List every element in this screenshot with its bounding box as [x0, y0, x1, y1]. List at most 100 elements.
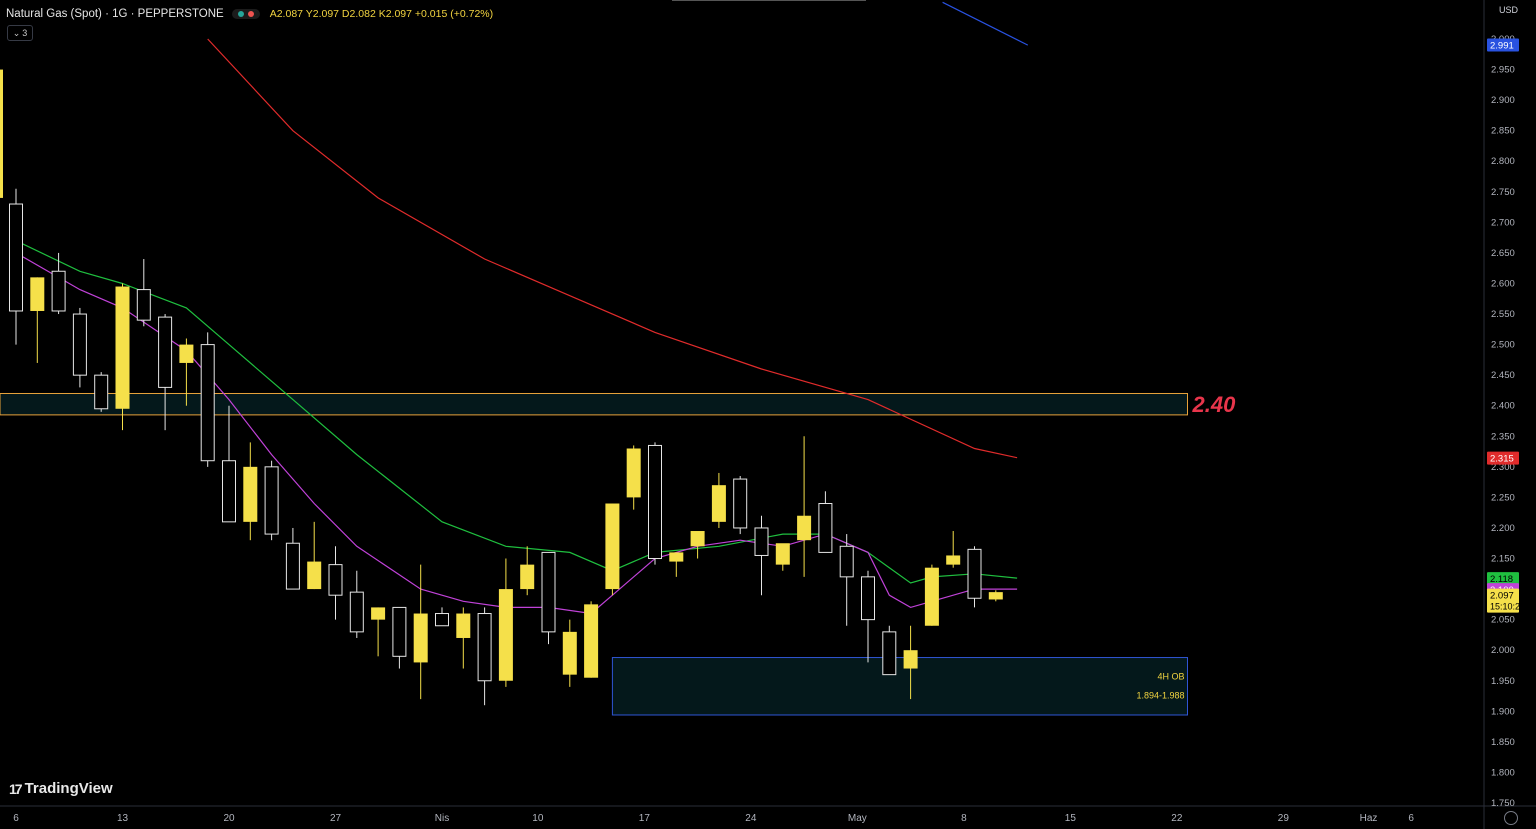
candle[interactable] [72, 307, 87, 388]
candle[interactable] [626, 445, 641, 510]
price-tick-label: 1.850 [1491, 737, 1515, 748]
time-tick-label: Nis [435, 813, 449, 824]
candle-body [435, 613, 449, 627]
zone-resistance[interactable] [0, 392, 1188, 416]
price-tick-label: 2.450 [1491, 370, 1515, 381]
candle-body [988, 592, 1003, 600]
candle[interactable] [243, 442, 258, 541]
price-chart[interactable]: 2.40 4H OB 1.894-1.988 1.750 1.800 1.850 1.900… [0, 0, 1536, 829]
candle[interactable] [413, 564, 428, 700]
candle[interactable] [328, 546, 343, 620]
candle-body [200, 344, 215, 462]
candle-body [9, 203, 23, 312]
time-tick-label: 8 [961, 813, 967, 824]
candle[interactable] [988, 590, 1003, 602]
candle[interactable] [733, 476, 748, 535]
candle[interactable] [669, 552, 684, 577]
symbol-header: Natural Gas (Spot) · 1G · PEPPERSTONE A2… [6, 6, 493, 22]
symbol-title[interactable]: Natural Gas (Spot) · 1G · PEPPERSTONE [6, 8, 224, 20]
candle[interactable] [882, 625, 897, 676]
candle[interactable] [520, 546, 535, 596]
candle-body [605, 503, 620, 590]
candle[interactable] [775, 543, 790, 571]
price-tick-label: 2.900 [1491, 95, 1515, 106]
zone-label-resistance: 2.40 [1192, 392, 1237, 417]
time-tick-label: 10 [532, 813, 544, 824]
candle-body [51, 270, 66, 312]
candle-body [371, 607, 386, 620]
candle[interactable] [648, 442, 662, 565]
candle-body [839, 545, 854, 578]
candle[interactable] [371, 607, 386, 657]
candle[interactable] [94, 372, 109, 412]
candle[interactable] [456, 607, 471, 669]
tv-logo-icon: 17 [9, 780, 23, 797]
candle-body [520, 564, 535, 590]
tradingview-logo[interactable]: 17 TradingView [9, 780, 113, 797]
previous-candle-edge [0, 69, 3, 198]
candle-body [648, 444, 662, 560]
candle[interactable] [562, 619, 577, 687]
candle-body [264, 466, 279, 535]
price-tick-label: 1.800 [1491, 767, 1515, 778]
candle[interactable] [839, 534, 854, 626]
price-tick-label: 2.150 [1491, 554, 1515, 565]
candle-body [72, 313, 87, 376]
time-tick-label: 22 [1171, 813, 1183, 824]
candle-body [924, 567, 939, 626]
menu-icon[interactable] [247, 11, 254, 17]
candle[interactable] [584, 601, 599, 678]
candle-body [733, 478, 748, 529]
time-tick-label: 6 [1408, 813, 1414, 824]
candle[interactable] [51, 252, 66, 315]
price-tag-value: 2.097 [1490, 591, 1514, 602]
candle[interactable] [690, 531, 705, 559]
ohlc-values: A2.087 Y2.097 D2.082 K2.097 +0.015 (+0.7… [269, 8, 494, 20]
candle[interactable] [605, 503, 620, 596]
candle[interactable] [967, 546, 982, 608]
indicator-count: 3 [22, 28, 28, 38]
candle[interactable] [435, 607, 449, 627]
candle-body [946, 555, 961, 565]
price-tick-label: 2.700 [1491, 217, 1515, 228]
candle[interactable] [9, 188, 23, 345]
candle[interactable] [818, 491, 833, 553]
price-tag: 2.09715:10:25 [1487, 588, 1525, 613]
price-tag-value: 2.315 [1490, 454, 1514, 465]
price-tick-label: 2.600 [1491, 278, 1515, 289]
candle[interactable] [477, 607, 492, 706]
candle[interactable] [498, 558, 513, 687]
candle[interactable] [307, 521, 322, 590]
status-dots [231, 9, 260, 19]
price-tag-countdown: 15:10:25 [1490, 602, 1525, 612]
indicator-collapse-button[interactable]: ⌄ 3 [7, 25, 33, 41]
candle[interactable] [392, 606, 407, 669]
candle-body [584, 604, 599, 678]
candle[interactable] [797, 436, 812, 577]
candle-body [222, 460, 236, 523]
settings-gear-icon[interactable] [1504, 811, 1518, 825]
candle[interactable] [711, 472, 726, 528]
zone-4h-ob[interactable] [611, 657, 1188, 716]
currency-label[interactable]: USD [1499, 5, 1518, 15]
candle[interactable] [115, 283, 130, 431]
candle[interactable] [349, 570, 364, 638]
candle[interactable] [30, 277, 45, 363]
candle-body [562, 631, 577, 675]
candle[interactable] [946, 531, 961, 568]
candle[interactable] [924, 564, 939, 626]
price-tick-label: 2.650 [1491, 248, 1515, 259]
candle-body [690, 531, 705, 547]
candle[interactable] [285, 527, 300, 590]
candle[interactable] [222, 405, 236, 523]
candle[interactable] [541, 551, 556, 645]
candle[interactable] [861, 570, 875, 663]
candle-body [541, 551, 556, 633]
candle-body [818, 503, 833, 553]
candle[interactable] [200, 332, 215, 467]
candle[interactable] [264, 460, 279, 541]
candle[interactable] [754, 515, 769, 596]
candle[interactable] [136, 259, 151, 327]
price-tick-label: 1.750 [1491, 798, 1515, 809]
time-tick-label: 20 [223, 813, 235, 824]
